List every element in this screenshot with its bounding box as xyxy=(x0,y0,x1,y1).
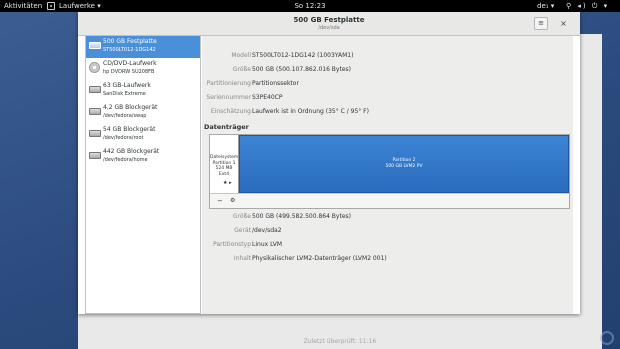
device-subtitle: /dev/fedora/swap xyxy=(103,113,147,119)
partition-bar: Dateisystem Partition 1 524 MB Ext4 ★ ▸ … xyxy=(210,135,569,193)
window-title: 500 GB Festplatte xyxy=(293,16,365,24)
device-item-swap[interactable]: 4,2 GB Blockgerät /dev/fedora/swap xyxy=(86,102,200,124)
volume-toolbar: − ⚙ xyxy=(210,193,569,208)
info-label: Gerät xyxy=(234,227,251,234)
drive-details: Modell ST500LT012-1DG142 (1003YAM1) Größ… xyxy=(202,36,573,314)
disks-window: 500 GB Festplatte /dev/sda ≡ × 500 GB Fe… xyxy=(78,12,580,314)
partition-1-line3: 524 MB Ext4 xyxy=(215,166,233,177)
close-button[interactable]: × xyxy=(557,17,570,30)
harddisk-icon xyxy=(89,42,101,49)
background-footer-text: Zuletzt überprüft: 11:16 xyxy=(303,338,377,345)
device-item-optical[interactable]: CD/DVD-Laufwerk hp DVDRW SU208FB xyxy=(86,58,200,80)
usb-drive-icon xyxy=(89,86,101,93)
fedora-logo xyxy=(600,331,614,345)
info-label: Partitionierung xyxy=(206,80,251,87)
keyboard-layout-indicator[interactable]: de₁ ▾ xyxy=(537,0,554,12)
menu-icon: ≡ xyxy=(538,19,544,27)
info-value: Linux LVM xyxy=(252,241,283,248)
device-name: CD/DVD-Laufwerk xyxy=(103,60,157,67)
optical-drive-icon xyxy=(89,62,100,73)
drive-menu-button[interactable]: ≡ xyxy=(534,17,548,30)
info-value: Partitionssektor xyxy=(252,80,299,87)
info-label: Inhalt xyxy=(233,255,251,262)
volume-map: Dateisystem Partition 1 524 MB Ext4 ★ ▸ … xyxy=(209,134,570,209)
device-list: 500 GB Festplatte ST500LT012-1DG142 CD/D… xyxy=(85,35,201,314)
device-subtitle: SanDisk Extreme xyxy=(103,91,146,97)
gear-icon[interactable]: ⚙ xyxy=(230,194,235,208)
device-item-harddisk[interactable]: 500 GB Festplatte ST500LT012-1DG142 xyxy=(86,36,200,58)
device-name: 54 GB Blockgerät xyxy=(103,126,156,133)
device-name: 500 GB Festplatte xyxy=(103,38,157,45)
partition-1-line1: Dateisystem xyxy=(210,155,239,160)
info-label: Seriennummer xyxy=(206,94,251,101)
info-label: Modell xyxy=(231,52,251,59)
partition-2-block[interactable]: Partition 2 500 GB LVM2 PV xyxy=(239,135,569,193)
info-value: 500 GB (499.582.500.864 Bytes) xyxy=(252,213,351,220)
device-item-usb[interactable]: 63 GB-Laufwerk SanDisk Extreme xyxy=(86,80,200,102)
clock[interactable]: So 12:23 xyxy=(0,0,620,12)
info-label: Größe xyxy=(232,213,251,220)
partition-2-line2: 500 GB LVM2 PV xyxy=(385,163,423,169)
info-label: Größe xyxy=(232,66,251,73)
partition-1-status-icons: ★ ▸ xyxy=(223,180,232,186)
device-subtitle: ST500LT012-1DG142 xyxy=(103,47,156,53)
device-item-home[interactable]: 442 GB Blockgerät /dev/fedora/home xyxy=(86,146,200,168)
device-subtitle: hp DVDRW SU208FB xyxy=(103,69,155,75)
device-subtitle: /dev/fedora/root xyxy=(103,135,144,141)
block-device-icon xyxy=(89,152,101,159)
info-value: Laufwerk ist in Ordnung (35° C / 95° F) xyxy=(252,108,369,115)
device-item-root[interactable]: 54 GB Blockgerät /dev/fedora/root xyxy=(86,124,200,146)
info-value: 500 GB (500.107.862.016 Bytes) xyxy=(252,66,351,73)
info-label: Einschätzung xyxy=(210,108,251,115)
device-name: 4,2 GB Blockgerät xyxy=(103,104,158,111)
info-value: /dev/sda2 xyxy=(252,227,282,234)
header-bar: 500 GB Festplatte /dev/sda ≡ × xyxy=(78,12,580,36)
top-bar: Aktivitäten Laufwerke ▾ So 12:23 de₁ ▾ ⚲… xyxy=(0,0,620,12)
volumes-heading: Datenträger xyxy=(204,123,249,131)
partition-1-block[interactable]: Dateisystem Partition 1 524 MB Ext4 ★ ▸ xyxy=(210,135,239,193)
window-subtitle: /dev/sda xyxy=(318,25,340,31)
remove-partition-button[interactable]: − xyxy=(217,194,223,208)
info-label: Partitionstyp xyxy=(213,241,251,248)
block-device-icon xyxy=(89,130,101,137)
close-icon: × xyxy=(560,19,567,28)
device-name: 442 GB Blockgerät xyxy=(103,148,160,155)
info-value: Physikalischer LVM2-Datenträger (LVM2 00… xyxy=(252,255,387,262)
device-subtitle: /dev/fedora/home xyxy=(103,157,148,163)
info-value: S3PE40CP xyxy=(252,94,283,101)
device-name: 63 GB-Laufwerk xyxy=(103,82,151,89)
info-value: ST500LT012-1DG142 (1003YAM1) xyxy=(252,52,354,59)
block-device-icon xyxy=(89,108,101,115)
system-tray-icons[interactable]: ⚲ ◂) ⏻ ▾ xyxy=(566,0,609,12)
